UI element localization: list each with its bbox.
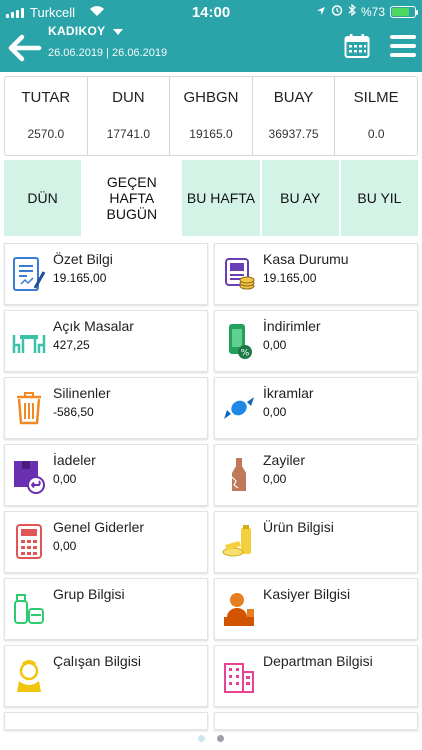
card-title: Çalışan Bilgisi bbox=[53, 653, 141, 669]
card-partial-right[interactable] bbox=[214, 712, 418, 730]
calendar-icon[interactable] bbox=[344, 33, 370, 59]
page-indicator[interactable] bbox=[0, 729, 422, 747]
card-title: Departman Bilgisi bbox=[263, 653, 373, 669]
tab-bu-yil[interactable]: BU YIL bbox=[340, 160, 419, 236]
products-icon bbox=[221, 522, 257, 562]
tab-dun[interactable]: DÜN bbox=[4, 160, 82, 236]
card-value: 19.165,00 bbox=[53, 271, 107, 285]
summary-label: TUTAR bbox=[21, 89, 71, 106]
bottle-icon bbox=[221, 455, 257, 495]
building-icon bbox=[221, 656, 257, 696]
summary-table: TUTAR 2570.0 DUN 17741.0 GHBGN 19165.0 B… bbox=[4, 76, 418, 156]
battery-icon bbox=[390, 5, 418, 18]
card-acik-masalar[interactable]: Açık Masalar 427,25 bbox=[4, 310, 208, 372]
battery-percent: %73 bbox=[360, 4, 385, 19]
card-title: Açık Masalar bbox=[53, 318, 134, 334]
summary-value: 19165.0 bbox=[189, 127, 233, 141]
report-icon bbox=[11, 254, 47, 294]
summary-label: GHBGN bbox=[183, 89, 239, 106]
card-value: 0,00 bbox=[263, 472, 287, 486]
card-value: 0,00 bbox=[53, 539, 77, 553]
card-ozet-bilgi[interactable]: Özet Bilgi 19.165,00 bbox=[4, 243, 208, 305]
chevron-down-icon bbox=[113, 28, 124, 35]
card-title: Kasiyer Bilgisi bbox=[263, 586, 351, 602]
summary-value: 0.0 bbox=[367, 127, 385, 141]
summary-col-tutar: TUTAR 2570.0 bbox=[5, 77, 88, 155]
calculator-icon bbox=[11, 522, 47, 562]
tab-bu-hafta[interactable]: BU HAFTA bbox=[182, 160, 260, 236]
groceries-icon bbox=[11, 589, 47, 629]
card-title: Silinenler bbox=[53, 385, 111, 401]
alarm-icon bbox=[331, 4, 343, 19]
location-icon bbox=[316, 5, 326, 19]
card-iadeler[interactable]: İadeler 0,00 bbox=[4, 444, 208, 506]
branch-name: KADIKOY bbox=[48, 24, 106, 38]
hamburger-menu-icon[interactable] bbox=[390, 35, 416, 59]
card-kasiyer-bilgisi[interactable]: Kasiyer Bilgisi bbox=[214, 578, 418, 640]
card-title: Ürün Bilgisi bbox=[263, 519, 334, 535]
card-value: 0,00 bbox=[53, 472, 77, 486]
summary-col-dun: DUN 17741.0 bbox=[88, 77, 171, 155]
branch-selector[interactable]: KADIKOY bbox=[48, 24, 124, 38]
summary-label: BUAY bbox=[273, 89, 314, 106]
date-range: 26.06.2019 | 26.06.2019 bbox=[48, 47, 168, 59]
tables-icon bbox=[11, 321, 47, 361]
card-title: İkramlar bbox=[263, 385, 314, 401]
card-kasa-durumu[interactable]: Kasa Durumu 19.165,00 bbox=[214, 243, 418, 305]
card-departman-bilgisi[interactable]: Departman Bilgisi bbox=[214, 645, 418, 707]
summary-col-silme: SILME 0.0 bbox=[335, 77, 417, 155]
bluetooth-icon bbox=[348, 3, 356, 19]
summary-value: 2570.0 bbox=[27, 127, 65, 141]
svg-text:%: % bbox=[241, 349, 250, 359]
summary-col-ghbgn: GHBGN 19165.0 bbox=[170, 77, 253, 155]
card-indirimler[interactable]: % İndirimler 0,00 bbox=[214, 310, 418, 372]
card-title: İadeler bbox=[53, 452, 96, 468]
cash-register-icon bbox=[221, 254, 257, 294]
card-value: 19.165,00 bbox=[263, 271, 317, 285]
card-value: 0,00 bbox=[263, 338, 287, 352]
summary-label: DUN bbox=[112, 89, 145, 106]
card-genel-giderler[interactable]: Genel Giderler 0,00 bbox=[4, 511, 208, 573]
back-arrow-icon[interactable] bbox=[8, 34, 42, 62]
page-dot-active[interactable] bbox=[198, 735, 205, 742]
candy-icon bbox=[221, 388, 257, 428]
card-grup-bilgisi[interactable]: Grup Bilgisi bbox=[4, 578, 208, 640]
tab-gecen-hafta-bugun[interactable]: GEÇEN HAFTA BUGÜN bbox=[83, 160, 181, 236]
card-title: Kasa Durumu bbox=[263, 251, 349, 267]
card-ikramlar[interactable]: İkramlar 0,00 bbox=[214, 377, 418, 439]
cashier-icon bbox=[221, 589, 257, 629]
card-silinenler[interactable]: Silinenler -586,50 bbox=[4, 377, 208, 439]
summary-value: 36937.75 bbox=[268, 127, 319, 141]
card-value: 0,00 bbox=[263, 405, 287, 419]
status-bar: Turkcell 14:00 %73 bbox=[0, 0, 422, 24]
card-value: -586,50 bbox=[53, 405, 94, 419]
discount-phone-icon: % bbox=[221, 321, 257, 361]
summary-col-buay: BUAY 36937.75 bbox=[253, 77, 336, 155]
card-title: Zayiler bbox=[263, 452, 306, 468]
return-box-icon bbox=[11, 455, 47, 495]
card-zayiler[interactable]: Zayiler 0,00 bbox=[214, 444, 418, 506]
tab-bu-ay[interactable]: BU AY bbox=[261, 160, 339, 236]
card-urun-bilgisi[interactable]: Ürün Bilgisi bbox=[214, 511, 418, 573]
page-dot[interactable] bbox=[217, 735, 224, 742]
card-value: 427,25 bbox=[53, 338, 90, 352]
card-title: Grup Bilgisi bbox=[53, 586, 125, 602]
card-title: Genel Giderler bbox=[53, 519, 145, 535]
card-title: Özet Bilgi bbox=[53, 251, 113, 267]
summary-label: SILME bbox=[353, 89, 399, 106]
trash-icon bbox=[11, 388, 47, 428]
card-calisan-bilgisi[interactable]: Çalışan Bilgisi bbox=[4, 645, 208, 707]
summary-value: 17741.0 bbox=[106, 127, 151, 141]
card-title: İndirimler bbox=[263, 318, 321, 334]
period-tabs: DÜN GEÇEN HAFTA BUGÜN BU HAFTA BU AY BU … bbox=[4, 160, 419, 236]
app-header: Turkcell 14:00 %73 KADIKOY 26.06.2019 | … bbox=[0, 0, 422, 72]
card-partial-left[interactable] bbox=[4, 712, 208, 730]
employee-icon bbox=[11, 656, 47, 696]
